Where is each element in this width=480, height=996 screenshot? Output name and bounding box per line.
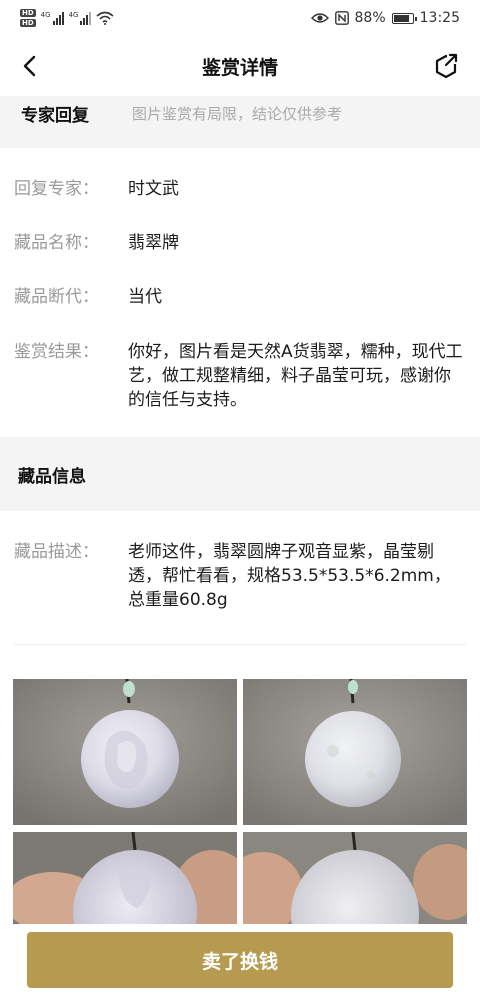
jade-pendant-hand-back-image [243,832,467,924]
signal-tag: 4G [68,11,79,19]
chevron-left-icon [23,55,36,77]
item-info-header: 藏品信息 [0,437,480,511]
nfc-icon [334,11,349,25]
status-bar: HD HD 4G 4G 88% 13:25 [0,0,480,36]
photo-front[interactable] [13,679,237,825]
field-label: 藏品名称： [14,233,99,253]
nav-bar: 鉴赏详情 [0,36,480,96]
hd-label: HD [20,9,36,17]
item-name: 翡翠牌 [128,233,179,253]
eye-icon [310,13,329,23]
signal-tag: 4G [40,11,51,19]
jade-pendant-front-image [13,679,237,825]
photo-back[interactable] [243,679,467,825]
appraisal-result-row: 鉴赏结果： 你好，图片看是天然A货翡翠，糯种，现代工艺，做工规整精细，料子晶莹可… [14,340,464,412]
field-label: 回复专家： [14,179,99,199]
sell-button[interactable]: 卖了换钱 [27,932,453,988]
share-button[interactable] [430,50,462,82]
item-description-row: 藏品描述： 老师这件，翡翠圆牌子观音显紫，晶莹剔透，帮忙看看，规格53.5*53… [14,540,464,612]
status-right: 88% 13:25 [310,10,460,26]
section-title: 专家回复 [21,106,89,126]
photo-back-in-hand[interactable] [243,832,467,924]
item-era: 当代 [128,287,162,307]
reply-expert-row: 回复专家： 时文武 [14,177,464,201]
battery-percent: 88% [354,10,386,26]
share-icon [435,53,459,79]
battery-icon [391,12,417,24]
expert-reply-header: 专家回复 图片鉴赏有局限，结论仅供参考 [0,96,480,148]
clock: 13:25 [419,10,460,26]
battery-fill [393,14,410,22]
disclaimer-note: 图片鉴赏有局限，结论仅供参考 [132,105,343,123]
hd-label: HD [20,19,36,27]
status-left: HD HD 4G 4G [20,8,114,28]
section-title: 藏品信息 [18,466,86,487]
field-label: 鉴赏结果： [14,342,99,362]
item-name-row: 藏品名称： 翡翠牌 [14,231,464,255]
wifi-icon [96,11,114,25]
field-label: 藏品断代： [14,287,99,307]
hd-icon: HD HD [20,8,36,28]
item-era-row: 藏品断代： 当代 [14,285,464,309]
jade-pendant-back-image [243,679,467,825]
appraisal-result: 你好，图片看是天然A货翡翠，糯种，现代工艺，做工规整精细，料子晶莹可玩，感谢你的… [128,342,463,410]
expert-name: 时文武 [128,179,179,199]
jade-pendant-hand-image [13,832,237,924]
field-label: 藏品描述： [14,542,99,562]
photo-front-in-hand[interactable] [13,832,237,924]
signal-icon: 4G [41,11,64,25]
signal-icon: 4G [69,11,92,25]
divider [14,644,466,645]
page-title: 鉴赏详情 [201,56,278,79]
item-description: 老师这件，翡翠圆牌子观音显紫，晶莹剔透，帮忙看看，规格53.5*53.5*6.2… [128,542,451,610]
back-button[interactable] [14,50,46,82]
